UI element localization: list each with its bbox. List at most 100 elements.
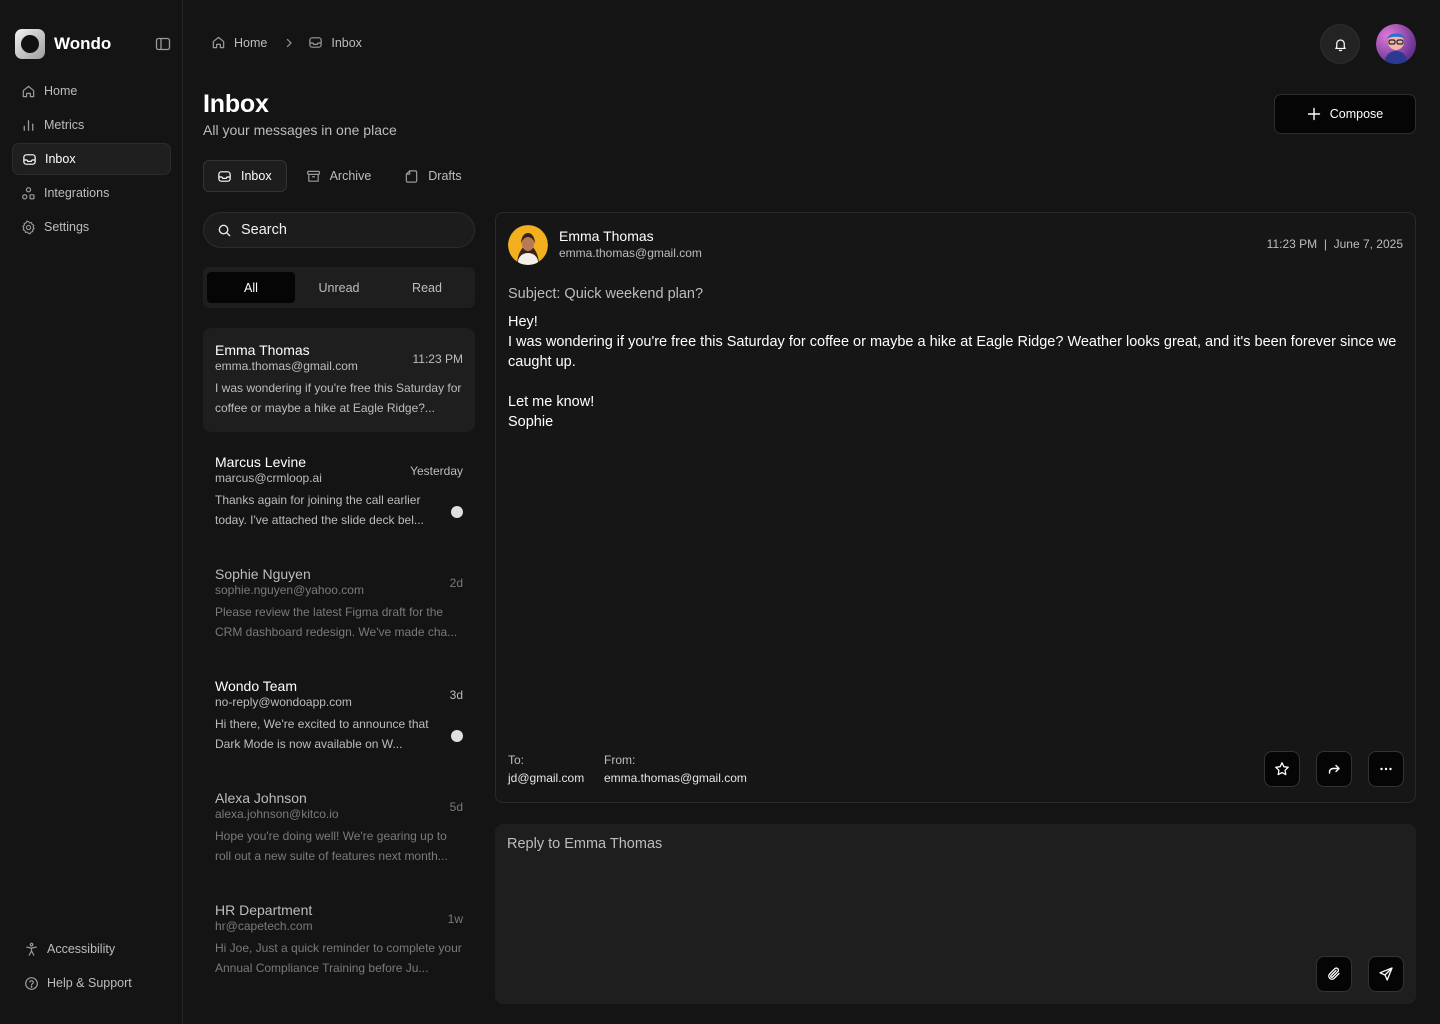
message-sender: HR Department — [215, 902, 313, 918]
message-sender: Wondo Team — [215, 678, 297, 694]
sender-name: Emma Thomas — [559, 228, 654, 244]
message-time: 3d — [449, 688, 463, 702]
gear-icon — [21, 220, 36, 235]
sidebar-item-label: Help & Support — [47, 976, 132, 990]
sidebar-item-home[interactable]: Home — [12, 75, 171, 107]
message-preview: Hope you're doing well! We're gearing up… — [215, 829, 448, 863]
search-input[interactable] — [241, 222, 461, 238]
tab-label: Inbox — [241, 169, 272, 183]
message-time: 1w — [447, 912, 463, 926]
breadcrumb-current-label: Inbox — [331, 35, 362, 50]
message-detail: Emma Thomas emma.thomas@gmail.com 11:23 … — [495, 212, 1416, 803]
breadcrumb-home[interactable]: Home — [211, 35, 267, 50]
sidebar-nav: Home Metrics Inbox Integrations Settings — [12, 75, 171, 245]
breadcrumb-current[interactable]: Inbox — [308, 35, 362, 50]
from-value: emma.thomas@gmail.com — [604, 771, 747, 785]
plus-icon — [1307, 107, 1321, 121]
sidebar-item-metrics[interactable]: Metrics — [12, 109, 171, 141]
forward-icon — [1326, 761, 1342, 777]
forward-button[interactable] — [1316, 751, 1352, 787]
compose-button[interactable]: Compose — [1274, 94, 1416, 134]
message-preview: Hi Joe, Just a quick reminder to complet… — [215, 941, 462, 975]
folder-tabs: Inbox Archive Drafts — [203, 160, 482, 192]
sidebar-item-label: Accessibility — [47, 942, 116, 956]
home-icon — [21, 84, 36, 99]
message-preview: Thanks again for joining the call earlie… — [215, 493, 424, 527]
message-item[interactable]: Alexa Johnson alexa.johnson@kitco.io 5d … — [203, 776, 475, 880]
message-time: 2d — [449, 576, 463, 590]
message-item[interactable]: Wondo Team no-reply@wondoapp.com 3d Hi t… — [203, 664, 475, 768]
message-email: hr@capetech.com — [215, 919, 313, 933]
sidebar: Wondo Home Metrics Inbox Integrations Se… — [0, 0, 183, 1024]
chevron-right-icon — [283, 37, 295, 49]
sidebar-item-integrations[interactable]: Integrations — [12, 177, 171, 209]
from-label: From: — [604, 753, 636, 767]
breadcrumb-home-label: Home — [234, 35, 268, 50]
unread-indicator — [451, 730, 463, 742]
reply-box — [495, 824, 1416, 1004]
body-greeting: Hey! — [508, 314, 538, 330]
brand[interactable]: Wondo — [15, 29, 111, 59]
to-value: jd@gmail.com — [508, 771, 585, 785]
message-body: Hey! I was wondering if you're free this… — [508, 312, 1398, 432]
bell-icon — [1333, 37, 1348, 52]
page-title: Inbox — [203, 90, 269, 118]
message-time: Yesterday — [410, 464, 463, 478]
breadcrumb: Home Inbox — [211, 35, 362, 50]
sidebar-footer: Accessibility Help & Support — [16, 933, 175, 1001]
user-avatar[interactable] — [1376, 24, 1416, 64]
tab-label: Drafts — [428, 169, 462, 183]
message-email: alexa.johnson@kitco.io — [215, 807, 339, 821]
sidebar-toggle-icon[interactable] — [155, 36, 171, 52]
reply-input[interactable] — [507, 836, 1397, 946]
message-preview: I was wondering if you're free this Satu… — [215, 381, 462, 415]
filter-read[interactable]: Read — [383, 272, 471, 303]
inbox-icon — [22, 152, 37, 167]
star-icon — [1274, 761, 1290, 777]
send-button[interactable] — [1368, 956, 1404, 992]
filter-unread[interactable]: Unread — [295, 272, 383, 303]
tab-archive[interactable]: Archive — [293, 160, 386, 192]
sidebar-item-inbox[interactable]: Inbox — [12, 143, 171, 175]
compose-label: Compose — [1329, 107, 1384, 121]
notifications-button[interactable] — [1320, 24, 1360, 64]
accessibility-icon — [24, 942, 39, 957]
sidebar-item-help[interactable]: Help & Support — [16, 967, 175, 999]
filter-all[interactable]: All — [207, 272, 295, 303]
search-box — [203, 212, 475, 248]
message-item[interactable]: HR Department hr@capetech.com 1w Hi Joe,… — [203, 888, 475, 992]
tab-label: Archive — [329, 169, 372, 183]
more-horizontal-icon — [1378, 761, 1394, 777]
message-datetime: 11:23 PM | June 7, 2025 — [1266, 237, 1403, 251]
logo-icon — [15, 29, 45, 59]
star-button[interactable] — [1264, 751, 1300, 787]
integrations-icon — [21, 186, 36, 201]
sidebar-item-settings[interactable]: Settings — [12, 211, 171, 243]
message-item[interactable]: Sophie Nguyen sophie.nguyen@yahoo.com 2d… — [203, 552, 475, 656]
search-icon — [217, 223, 232, 238]
tab-inbox[interactable]: Inbox — [203, 160, 287, 192]
sidebar-item-accessibility[interactable]: Accessibility — [16, 933, 175, 965]
sidebar-item-label: Inbox — [45, 152, 76, 166]
send-icon — [1378, 966, 1394, 982]
brand-name: Wondo — [54, 34, 112, 53]
more-button[interactable] — [1368, 751, 1404, 787]
page-subtitle: All your messages in one place — [203, 122, 397, 138]
message-time: 11:23 PM — [412, 352, 463, 366]
body-signature: Sophie — [508, 414, 554, 430]
message-email: no-reply@wondoapp.com — [215, 695, 352, 709]
sender-avatar — [508, 225, 548, 265]
attach-button[interactable] — [1316, 956, 1352, 992]
message-item[interactable]: Emma Thomas emma.thomas@gmail.com 11:23 … — [203, 328, 475, 432]
archive-icon — [306, 169, 321, 184]
sidebar-item-label: Home — [44, 84, 78, 98]
message-sender: Sophie Nguyen — [215, 566, 311, 582]
body-paragraph: I was wondering if you're free this Satu… — [508, 334, 1397, 370]
read-filter: All Unread Read — [203, 267, 475, 308]
tab-drafts[interactable]: Drafts — [391, 160, 475, 192]
message-item[interactable]: Marcus Levine marcus@crmloop.ai Yesterda… — [203, 440, 475, 544]
inbox-icon — [308, 35, 323, 50]
paperclip-icon — [1326, 966, 1342, 982]
message-email: sophie.nguyen@yahoo.com — [215, 583, 364, 597]
sidebar-item-label: Settings — [44, 220, 90, 234]
